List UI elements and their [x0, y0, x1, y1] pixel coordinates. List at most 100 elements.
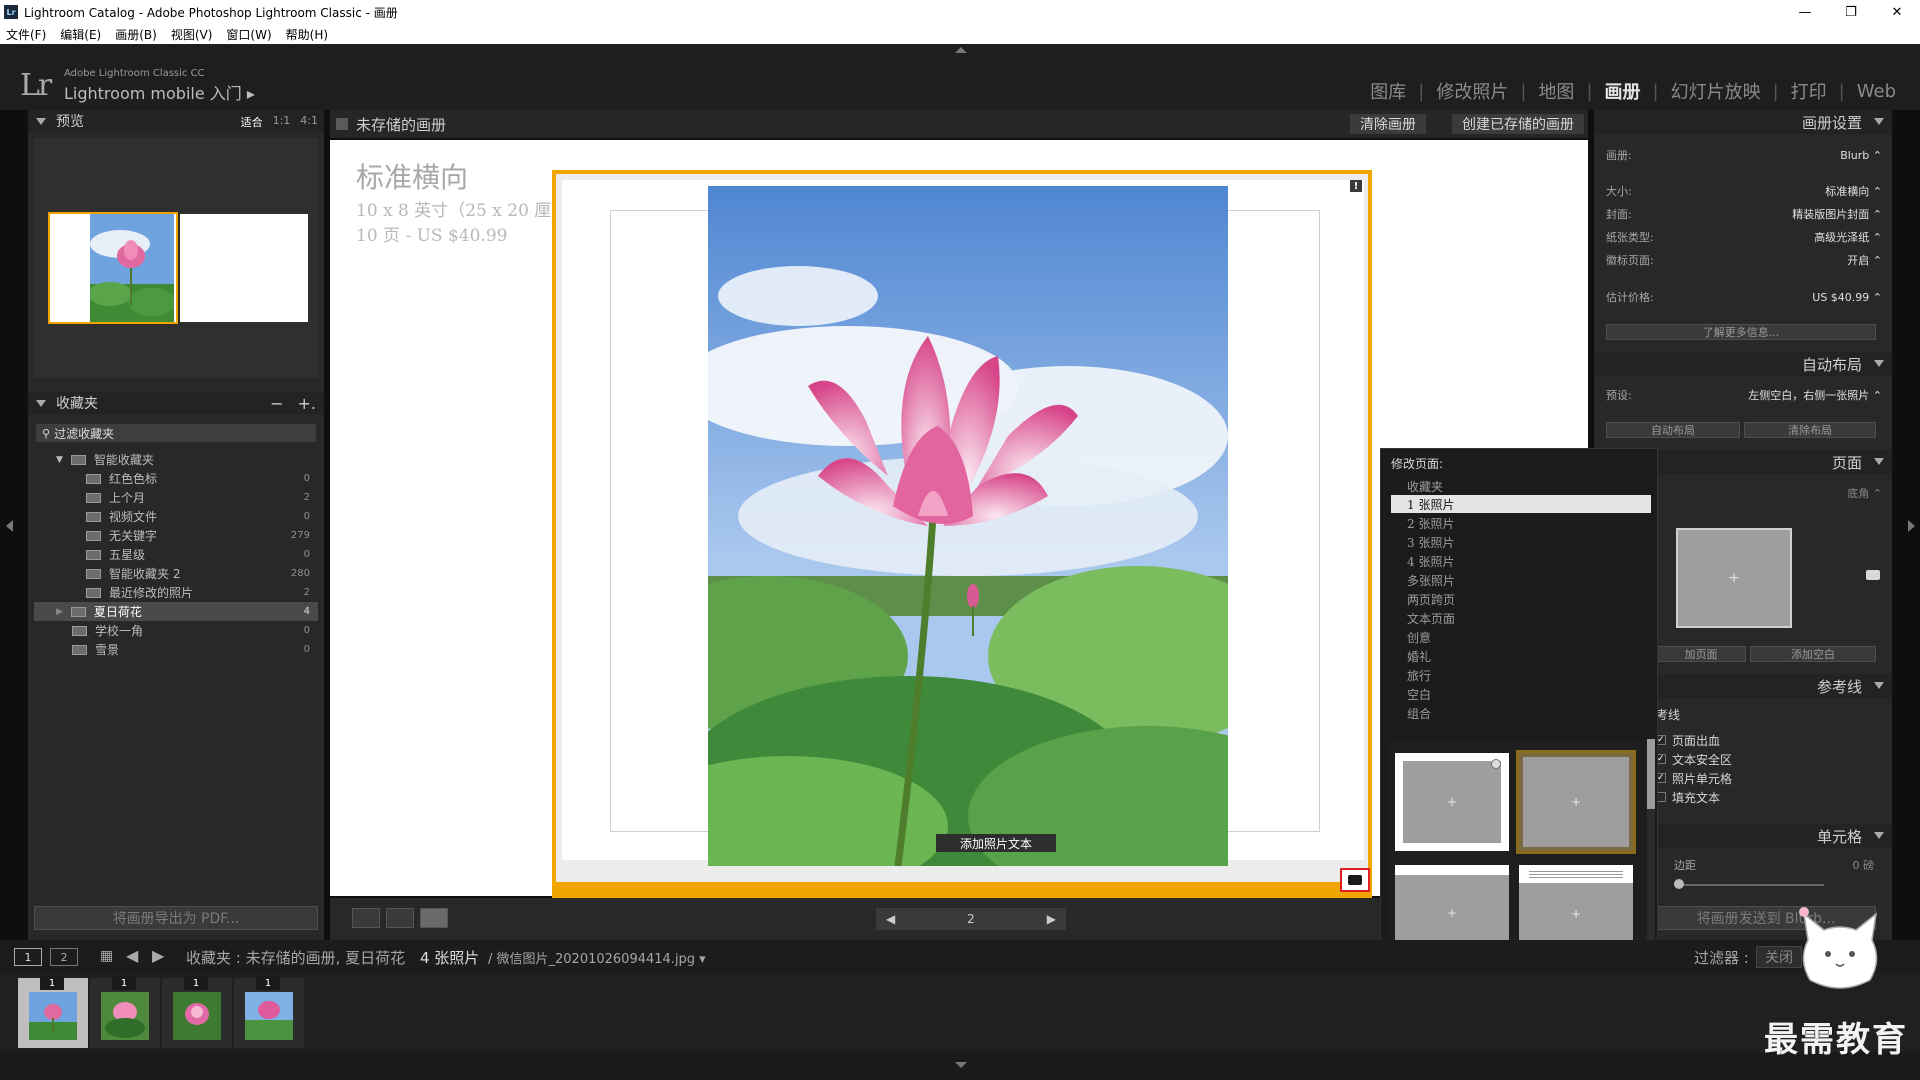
padding-slider[interactable]: [1674, 884, 1824, 886]
paper-type-row[interactable]: 纸张类型: 高级光泽纸 ⌃: [1606, 228, 1882, 246]
popup-item-blank[interactable]: 空白: [1391, 685, 1651, 703]
module-develop[interactable]: 修改照片: [1424, 78, 1520, 104]
collection-filter-input[interactable]: ⚲ 过滤收藏夹: [36, 424, 316, 442]
left-panel-toggle-icon[interactable]: [6, 520, 13, 532]
collection-item[interactable]: 视频文件 0: [34, 507, 318, 526]
right-panel-toggle-icon[interactable]: [1908, 520, 1915, 532]
collapse-triangle-icon[interactable]: [36, 117, 46, 125]
menu-help[interactable]: 帮助(H): [286, 26, 328, 43]
create-saved-book-button[interactable]: 创建已存储的画册: [1452, 114, 1584, 134]
padding-slider-handle[interactable]: [1674, 879, 1684, 889]
book-size-row[interactable]: 大小: 标准横向 ⌃: [1606, 182, 1882, 200]
multi-page-view-button[interactable]: [352, 908, 380, 928]
guide-photo-cells-checkbox[interactable]: ✓ 照片单元格: [1656, 770, 1732, 786]
guide-safe-text-checkbox[interactable]: ✓ 文本安全区: [1656, 751, 1732, 767]
learn-more-button[interactable]: 了解更多信息...: [1606, 324, 1876, 340]
next-page-icon[interactable]: ▶: [1047, 912, 1056, 926]
template-thumb[interactable]: +: [1395, 753, 1509, 851]
menu-book[interactable]: 画册(B): [115, 26, 157, 43]
collection-item[interactable]: 智能收藏夹 2 280: [34, 564, 318, 583]
single-page-view-button[interactable]: [420, 908, 448, 928]
popup-item-travel[interactable]: 旅行: [1391, 666, 1651, 684]
grid-view-icon[interactable]: ▦: [100, 948, 113, 964]
warning-icon[interactable]: !: [1350, 180, 1362, 192]
collapse-triangle-icon[interactable]: [36, 399, 46, 407]
collapse-triangle-icon[interactable]: [1874, 360, 1884, 367]
menu-view[interactable]: 视图(V): [171, 26, 213, 43]
auto-layout-header[interactable]: 自动布局: [1594, 352, 1892, 376]
menu-edit[interactable]: 编辑(E): [60, 26, 101, 43]
popup-item-multi-photos[interactable]: 多张照片: [1391, 571, 1651, 589]
favorite-circle-icon[interactable]: [1491, 759, 1501, 769]
add-page-button[interactable]: 加页面: [1656, 646, 1746, 662]
guide-bleed-checkbox[interactable]: ✓ 页面出血: [1656, 732, 1720, 748]
navigator-preview[interactable]: [34, 138, 318, 378]
collection-item[interactable]: 五星级 0: [34, 545, 318, 564]
expand-triangle-icon[interactable]: ▶: [56, 607, 63, 617]
collapse-bottom-arrow-icon[interactable]: [955, 1062, 967, 1068]
filmstrip-thumb[interactable]: 1: [90, 976, 160, 1048]
filmstrip-thumb[interactable]: 1: [234, 976, 304, 1048]
popup-item-2-photos[interactable]: 2 张照片: [1391, 514, 1651, 532]
add-photo-text-button[interactable]: 添加照片文本: [936, 834, 1056, 852]
collapse-triangle-icon[interactable]: [1874, 118, 1884, 125]
popup-item-text-page[interactable]: 文本页面: [1391, 609, 1651, 627]
zoom-fit[interactable]: 适合: [241, 114, 263, 130]
popup-item-1-photo[interactable]: 1 张照片: [1391, 495, 1651, 513]
module-book[interactable]: 画册: [1593, 78, 1653, 104]
secondary-window-button[interactable]: 2: [50, 948, 78, 966]
menu-window[interactable]: 窗口(W): [226, 26, 271, 43]
collection-item[interactable]: 学校一角 0: [34, 621, 318, 640]
maximize-button[interactable]: ❐: [1828, 0, 1874, 24]
filmstrip-thumb[interactable]: 1: [162, 976, 232, 1048]
add-blank-button[interactable]: 添加空白: [1750, 646, 1876, 662]
zoom-4-1[interactable]: 4:1: [300, 114, 318, 130]
add-collection-icon[interactable]: +.: [298, 394, 317, 413]
back-icon[interactable]: ◀: [126, 946, 138, 965]
source-path[interactable]: 收藏夹 : 未存储的画册, 夏日荷花: [186, 947, 405, 968]
popup-scrollbar-thumb[interactable]: [1647, 739, 1655, 809]
collapse-top-arrow-icon[interactable]: [955, 47, 967, 53]
popup-item-favorites[interactable]: 收藏夹: [1391, 477, 1651, 495]
page-spread-selected[interactable]: 添加照片文本 !: [552, 170, 1372, 908]
collapse-triangle-icon[interactable]: [1874, 682, 1884, 689]
clear-book-button[interactable]: 清除画册: [1350, 114, 1426, 134]
change-page-menu-button[interactable]: [1340, 868, 1370, 892]
book-cover-row[interactable]: 封面: 精装版图片封面 ⌃: [1606, 205, 1882, 223]
export-book-pdf-button[interactable]: 将画册导出为 PDF...: [34, 906, 318, 930]
close-button[interactable]: ✕: [1874, 0, 1920, 24]
popup-item-3-photos[interactable]: 3 张照片: [1391, 533, 1651, 551]
menu-file[interactable]: 文件(F): [6, 26, 46, 43]
collection-set-smart[interactable]: ▼ 智能收藏夹: [34, 450, 318, 469]
current-file-name[interactable]: / 微信图片_20201026094414.jpg ▾: [488, 948, 706, 967]
module-map[interactable]: 地图: [1526, 78, 1586, 104]
popup-item-wedding[interactable]: 婚礼: [1391, 647, 1651, 665]
collection-item[interactable]: 红色色标 0: [34, 469, 318, 488]
collapse-triangle-icon[interactable]: [1874, 458, 1884, 465]
collection-item[interactable]: 无关键字 279: [34, 526, 318, 545]
spread-view-button[interactable]: [386, 908, 414, 928]
previous-page-icon[interactable]: ◀: [886, 912, 895, 926]
guide-filler-text-checkbox[interactable]: 填充文本: [1656, 789, 1720, 805]
collapse-triangle-icon[interactable]: [1874, 832, 1884, 839]
photo-cell[interactable]: [708, 186, 1228, 866]
zoom-1-1[interactable]: 1:1: [273, 114, 291, 130]
template-thumb-selected[interactable]: +: [1516, 750, 1636, 854]
filmstrip-thumb[interactable]: 1: [18, 976, 88, 1048]
remove-collection-icon[interactable]: −: [270, 394, 283, 413]
module-slideshow[interactable]: 幻灯片放映: [1659, 78, 1773, 104]
module-library[interactable]: 图库: [1358, 78, 1418, 104]
logo-page-row[interactable]: 徽标页面: 开启 ⌃: [1606, 251, 1882, 269]
popup-item-creative[interactable]: 创意: [1391, 628, 1651, 646]
book-settings-header[interactable]: 画册设置: [1594, 110, 1892, 134]
book-vendor-row[interactable]: 画册: Blurb ⌃: [1606, 146, 1882, 164]
popup-item-two-page-spread[interactable]: 两页跨页: [1391, 590, 1651, 608]
page-template-menu-icon[interactable]: [1866, 570, 1880, 580]
collections-header[interactable]: 收藏夹 − +.: [28, 392, 324, 414]
minimize-button[interactable]: —: [1782, 0, 1828, 24]
collection-item[interactable]: 最近修改的照片 2: [34, 583, 318, 602]
clear-layout-button[interactable]: 清除布局: [1744, 422, 1876, 438]
collection-item[interactable]: 雪景 0: [34, 640, 318, 659]
forward-icon[interactable]: ▶: [152, 946, 164, 965]
collection-item[interactable]: 上个月 2: [34, 488, 318, 507]
